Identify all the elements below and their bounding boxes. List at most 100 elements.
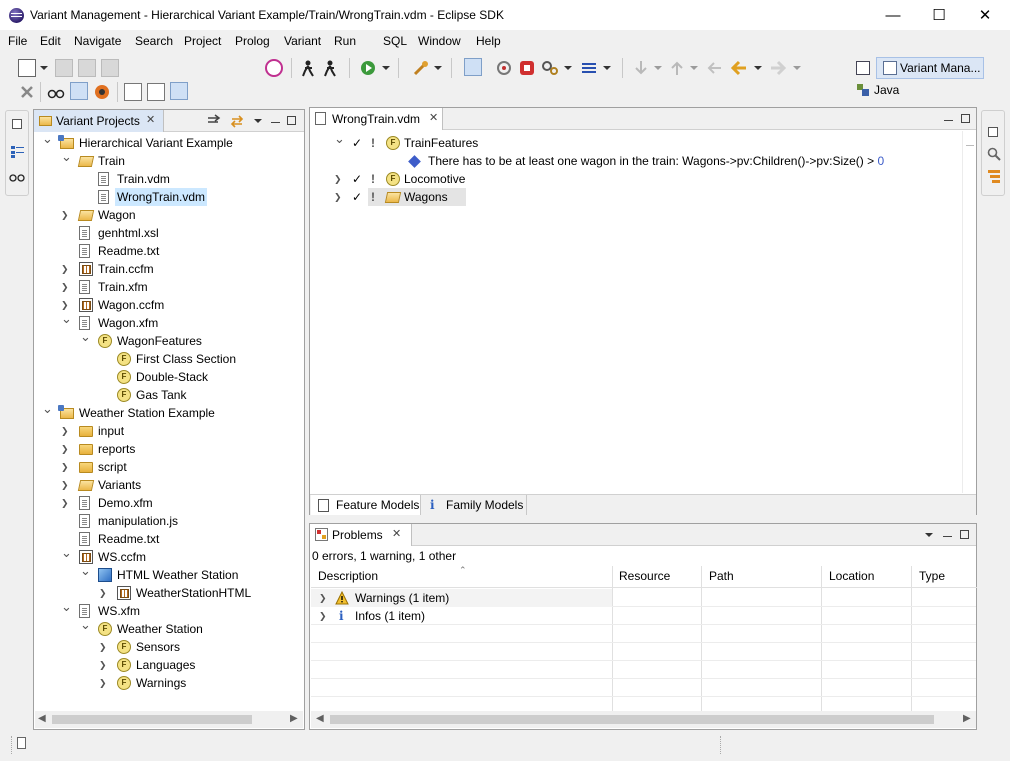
expand-icon[interactable]: ❯ <box>61 494 71 512</box>
tree-item[interactable]: F Gas Tank <box>34 386 302 404</box>
expand-icon[interactable]: ❯ <box>61 206 71 224</box>
stop-icon[interactable] <box>518 59 536 77</box>
selected-check-icon[interactable]: ✓ <box>352 134 362 152</box>
menu-variant[interactable]: Variant <box>284 34 321 48</box>
tree-item[interactable]: ❯ Wagon.ccfm <box>34 296 302 314</box>
collapse-icon[interactable]: ⌄ <box>42 130 53 148</box>
prev-annotation-icon[interactable] <box>668 59 686 77</box>
run-icon[interactable] <box>360 59 378 77</box>
expand-icon[interactable]: ❯ <box>61 278 71 296</box>
minimize-view-icon[interactable] <box>944 116 953 121</box>
tree-item[interactable]: ❯ Demo.xfm <box>34 494 302 512</box>
tree-item[interactable]: ⌄ Hierarchical Variant Example <box>34 131 302 152</box>
menu-prolog[interactable]: Prolog <box>235 34 270 48</box>
tree-item[interactable]: genhtml.xsl <box>34 224 302 242</box>
tree-item[interactable]: F Double-Stack <box>34 368 302 386</box>
expand-icon[interactable]: ❯ <box>334 188 344 206</box>
collapse-icon[interactable]: ⌄ <box>80 562 91 580</box>
java-perspective-icon[interactable] <box>856 83 870 97</box>
glasses-view-icon[interactable] <box>9 169 25 183</box>
collapse-icon[interactable]: ⌄ <box>42 400 53 418</box>
restore-icon[interactable] <box>12 119 22 129</box>
collapse-icon[interactable]: ⌄ <box>61 544 72 562</box>
link-with-editor-icon[interactable] <box>229 113 245 129</box>
scrollbar-thumb[interactable] <box>330 715 934 724</box>
menu-navigate[interactable]: Navigate <box>74 34 121 48</box>
tab-feature-models[interactable]: Feature Models <box>311 495 421 515</box>
new-element-icon[interactable] <box>17 737 26 749</box>
remove-icon[interactable] <box>18 83 36 101</box>
tree-item[interactable]: ⌄ Weather Station Example <box>34 401 302 422</box>
debug-person-icon[interactable] <box>321 59 339 77</box>
menu-project[interactable]: Project <box>184 34 221 48</box>
list-icon[interactable] <box>580 59 598 77</box>
next-annotation-dropdown-icon[interactable] <box>654 66 662 70</box>
tree-item[interactable]: ❯ Wagon <box>34 206 302 224</box>
maximize-view-icon[interactable] <box>960 530 969 539</box>
menu-edit[interactable]: Edit <box>40 34 61 48</box>
print-icon[interactable] <box>101 59 119 77</box>
collapse-icon[interactable]: ⌄ <box>61 598 72 616</box>
evaluate-icon[interactable] <box>93 83 111 101</box>
variant-evaluate-icon[interactable] <box>495 59 513 77</box>
menu-help[interactable]: Help <box>476 34 501 48</box>
tree-item[interactable]: ⌄ WS.ccfm <box>34 545 302 566</box>
tree-item[interactable]: ❯ WeatherStationHTML <box>34 584 302 602</box>
perspective-java[interactable]: Java <box>874 83 899 97</box>
column-path[interactable]: Path <box>709 566 734 587</box>
tree-item[interactable]: Readme.txt <box>34 242 302 260</box>
auto-resolve-icon[interactable] <box>170 82 188 100</box>
run-person-icon[interactable] <box>299 59 317 77</box>
expand-icon[interactable]: ❯ <box>61 260 71 278</box>
run-dropdown-icon[interactable] <box>382 66 390 70</box>
problems-row-infos[interactable]: ❯ i Infos (1 item) <box>311 607 612 625</box>
expand-icon[interactable]: ❯ <box>319 589 329 607</box>
tree-item[interactable]: Train.vdm <box>34 170 302 188</box>
next-annotation-icon[interactable] <box>632 59 650 77</box>
close-button[interactable]: ✕ <box>962 0 1008 31</box>
feature-tree-item[interactable]: ❯ ✓! Wagons <box>334 188 466 206</box>
tab-family-models[interactable]: i Family Models <box>422 495 527 515</box>
collapse-icon[interactable]: ⌄ <box>80 616 91 634</box>
menu-search[interactable]: Search <box>135 34 173 48</box>
selected-check-icon[interactable]: ✓ <box>352 170 362 188</box>
tree-item[interactable]: ⌄ F Weather Station <box>34 617 302 638</box>
glasses-icon[interactable] <box>47 83 65 101</box>
minimize-button[interactable]: — <box>870 0 916 31</box>
external-tools-dropdown-icon[interactable] <box>434 66 442 70</box>
expand-icon[interactable]: ❯ <box>61 422 71 440</box>
outline-icon[interactable] <box>11 145 24 158</box>
close-icon[interactable]: ✕ <box>429 111 438 124</box>
expand-icon[interactable]: ❯ <box>99 638 109 656</box>
save-icon[interactable] <box>55 59 73 77</box>
horizontal-scrollbar[interactable]: ◀ ▶ <box>35 711 303 728</box>
scroll-left-icon[interactable]: ◀ <box>38 713 46 724</box>
close-icon[interactable]: ✕ <box>146 113 155 126</box>
problems-row-warnings[interactable]: ❯ Warnings (1 item) <box>311 589 612 607</box>
tree-item[interactable]: ⌄ Train <box>34 149 302 170</box>
collapse-icon[interactable]: ⌄ <box>80 328 91 346</box>
open-perspective-icon[interactable] <box>856 61 870 75</box>
feature-tree-item[interactable]: ❯ ✓! F Locomotive <box>310 170 960 188</box>
collapse-icon[interactable]: ⌄ <box>334 130 345 148</box>
tree-item[interactable]: ❯ F Warnings <box>34 674 302 692</box>
scrollbar-thumb[interactable] <box>52 715 252 724</box>
forward-icon[interactable] <box>769 59 787 77</box>
tree-item[interactable]: Readme.txt <box>34 530 302 548</box>
collapse-all-icon[interactable] <box>206 113 222 129</box>
tab-variant-projects[interactable]: Variant Projects ✕ <box>34 110 164 132</box>
expand-icon[interactable]: ❯ <box>61 440 71 458</box>
menu-run[interactable]: Run <box>334 34 356 48</box>
expand-icon[interactable]: ❯ <box>334 170 344 188</box>
tree-item[interactable]: ⌄ Wagon.xfm <box>34 311 302 332</box>
new-icon[interactable] <box>18 59 36 77</box>
maximize-view-icon[interactable] <box>961 114 970 123</box>
column-description[interactable]: Description <box>318 566 378 587</box>
expand-icon[interactable]: ❯ <box>61 476 71 494</box>
tree-item[interactable]: manipulation.js <box>34 512 302 530</box>
tree-item[interactable]: WrongTrain.vdm <box>34 188 302 206</box>
search-icon[interactable] <box>987 147 1001 161</box>
tree-item[interactable]: ⌄ F WagonFeatures <box>34 329 302 350</box>
expand-icon[interactable]: ❯ <box>61 458 71 476</box>
view-menu-icon[interactable] <box>254 119 262 123</box>
